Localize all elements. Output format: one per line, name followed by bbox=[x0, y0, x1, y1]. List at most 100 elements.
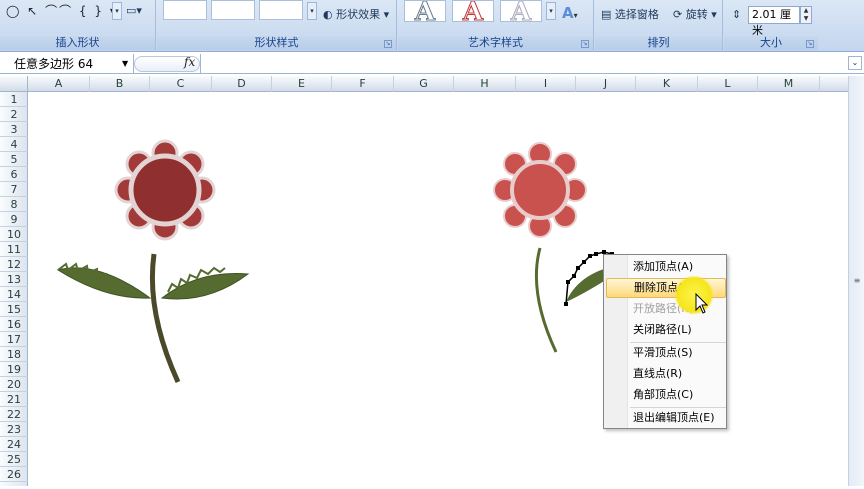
selection-pane-icon: ▤ bbox=[601, 8, 612, 21]
row-header[interactable]: 9 bbox=[0, 212, 28, 227]
shape-gallery-icon[interactable]: ◯ ↖ ⌒⌒ { } ▾ bbox=[6, 2, 118, 19]
row-header[interactable]: 16 bbox=[0, 317, 28, 332]
column-headers: A B C D E F G H I J K L M bbox=[0, 76, 864, 92]
row-header[interactable]: 18 bbox=[0, 347, 28, 362]
column-header[interactable]: L bbox=[698, 76, 758, 92]
dialog-launcher-icon[interactable]: ↘ bbox=[384, 40, 392, 48]
wordart-more-button[interactable]: ▾ bbox=[546, 2, 556, 20]
row-header[interactable]: 24 bbox=[0, 437, 28, 452]
row-header[interactable]: 4 bbox=[0, 137, 28, 152]
right-flower-center bbox=[510, 160, 570, 220]
row-header[interactable]: 13 bbox=[0, 272, 28, 287]
column-header[interactable]: A bbox=[28, 76, 90, 92]
edit-shape-icon[interactable]: ▭▾ bbox=[126, 4, 142, 17]
formula-bar: 任意多边形 64 ▼ fx ⌄ bbox=[0, 54, 864, 74]
row-header[interactable]: 17 bbox=[0, 332, 28, 347]
menu-item-smooth-point[interactable]: 平滑顶点(S) bbox=[606, 343, 726, 363]
row-header[interactable]: 1 bbox=[0, 92, 28, 107]
row-header[interactable]: 10 bbox=[0, 227, 28, 242]
menu-item-exit-edit-points[interactable]: 退出编辑顶点(E) bbox=[606, 408, 726, 428]
fx-icon[interactable]: fx bbox=[184, 55, 195, 69]
row-header[interactable]: 5 bbox=[0, 152, 28, 167]
group-label: 艺术字样式 bbox=[398, 36, 593, 50]
group-insert-shapes: ◯ ↖ ⌒⌒ { } ▾ ▾ ▭▾ 插入形状 bbox=[0, 0, 156, 52]
chevron-down-icon[interactable]: ▼ bbox=[122, 54, 128, 74]
height-icon: ⇕ bbox=[732, 8, 742, 21]
row-header[interactable]: 6 bbox=[0, 167, 28, 182]
column-header[interactable]: H bbox=[454, 76, 516, 92]
row-header[interactable]: 2 bbox=[0, 107, 28, 122]
left-flower[interactable] bbox=[56, 139, 250, 384]
name-box[interactable]: 任意多边形 64 bbox=[0, 54, 134, 74]
shape-gallery-more-button[interactable]: ▾ bbox=[112, 2, 122, 20]
column-header[interactable]: E bbox=[272, 76, 332, 92]
row-header[interactable]: 11 bbox=[0, 242, 28, 257]
row-header[interactable]: 23 bbox=[0, 422, 28, 437]
row-header[interactable]: 15 bbox=[0, 302, 28, 317]
column-header[interactable]: M bbox=[758, 76, 820, 92]
shape-effects-label: 形状效果 bbox=[336, 8, 381, 21]
column-header[interactable]: D bbox=[212, 76, 272, 92]
menu-item-close-path[interactable]: 关闭路径(L) bbox=[606, 320, 726, 340]
wordart-style-2[interactable]: A bbox=[452, 0, 494, 22]
right-flower-stem bbox=[534, 247, 558, 353]
column-header[interactable]: C bbox=[150, 76, 212, 92]
rotate-label: 旋转 bbox=[685, 8, 708, 21]
scroll-grip-icon[interactable]: ≡ bbox=[851, 276, 863, 288]
shape-style-3[interactable] bbox=[259, 0, 303, 20]
select-all-button[interactable] bbox=[0, 76, 28, 92]
column-header[interactable]: I bbox=[516, 76, 576, 92]
menu-item-corner-point[interactable]: 角部顶点(C) bbox=[606, 385, 726, 405]
group-label: 排列 bbox=[595, 36, 722, 50]
selection-pane-label: 选择窗格 bbox=[614, 8, 659, 21]
column-header[interactable]: K bbox=[636, 76, 698, 92]
rotate-button[interactable]: ⟳ 旋转 ▾ bbox=[673, 6, 717, 22]
formula-input[interactable] bbox=[200, 54, 846, 74]
row-header[interactable]: 3 bbox=[0, 122, 28, 137]
row-header[interactable]: 12 bbox=[0, 257, 28, 272]
vertical-scrollbar[interactable]: ≡ bbox=[848, 76, 864, 486]
column-header[interactable]: F bbox=[332, 76, 394, 92]
row-headers: 1 2 3 4 5 6 7 8 9 10 11 12 13 14 15 16 1… bbox=[0, 92, 28, 486]
shape-style-1[interactable] bbox=[163, 0, 207, 20]
group-shape-styles: ▾ ◐ 形状效果 ▾ 形状样式 ↘ bbox=[157, 0, 397, 52]
row-header[interactable]: 7 bbox=[0, 182, 28, 197]
row-header[interactable]: 20 bbox=[0, 377, 28, 392]
row-header[interactable]: 8 bbox=[0, 197, 28, 212]
shape-styles-more-button[interactable]: ▾ bbox=[307, 2, 317, 20]
dialog-launcher-icon[interactable]: ↘ bbox=[581, 40, 589, 48]
row-header[interactable]: 19 bbox=[0, 362, 28, 377]
group-wordart-styles: A A A ▾ A▾ 艺术字样式 ↘ bbox=[398, 0, 594, 52]
column-header[interactable]: B bbox=[90, 76, 150, 92]
menu-item-straight-point[interactable]: 直线点(R) bbox=[606, 364, 726, 384]
left-flower-leaf-left bbox=[56, 267, 152, 299]
group-arrange: ▤ 选择窗格 ⟳ 旋转 ▾ 排列 bbox=[595, 0, 723, 52]
shape-effects-icon: ◐ bbox=[323, 8, 333, 21]
selection-pane-button[interactable]: ▤ 选择窗格 bbox=[601, 6, 659, 22]
shape-effects-button[interactable]: ◐ 形状效果 ▾ bbox=[323, 6, 389, 22]
wordart-style-3[interactable]: A bbox=[500, 0, 542, 22]
row-header[interactable]: 22 bbox=[0, 407, 28, 422]
height-spinner[interactable]: ▲ ▼ bbox=[800, 6, 812, 24]
mouse-cursor-icon bbox=[695, 292, 709, 318]
group-label: 形状样式 bbox=[157, 36, 396, 50]
group-label: 插入形状 bbox=[0, 36, 155, 50]
row-header[interactable]: 26 bbox=[0, 467, 28, 482]
left-flower-stem bbox=[149, 253, 181, 384]
row-header[interactable]: 21 bbox=[0, 392, 28, 407]
ribbon: ◯ ↖ ⌒⌒ { } ▾ ▾ ▭▾ 插入形状 ▾ ◐ 形状效果 ▾ 形状样式 ↘… bbox=[0, 0, 864, 52]
group-label: 大小 bbox=[724, 36, 818, 50]
shape-style-2[interactable] bbox=[211, 0, 255, 20]
column-header[interactable]: J bbox=[576, 76, 636, 92]
left-flower-center bbox=[128, 153, 202, 227]
text-fill-icon[interactable]: A▾ bbox=[562, 4, 578, 22]
menu-item-add-point[interactable]: 添加顶点(A) bbox=[606, 257, 726, 277]
rotate-icon: ⟳ bbox=[673, 8, 683, 21]
row-header[interactable]: 25 bbox=[0, 452, 28, 467]
dialog-launcher-icon[interactable]: ↘ bbox=[806, 40, 814, 48]
shape-height-input[interactable]: 2.01 厘米 bbox=[748, 6, 800, 37]
column-header[interactable]: G bbox=[394, 76, 454, 92]
expand-formula-bar-icon[interactable]: ⌄ bbox=[848, 56, 862, 70]
row-header[interactable]: 14 bbox=[0, 287, 28, 302]
wordart-style-1[interactable]: A bbox=[404, 0, 446, 22]
